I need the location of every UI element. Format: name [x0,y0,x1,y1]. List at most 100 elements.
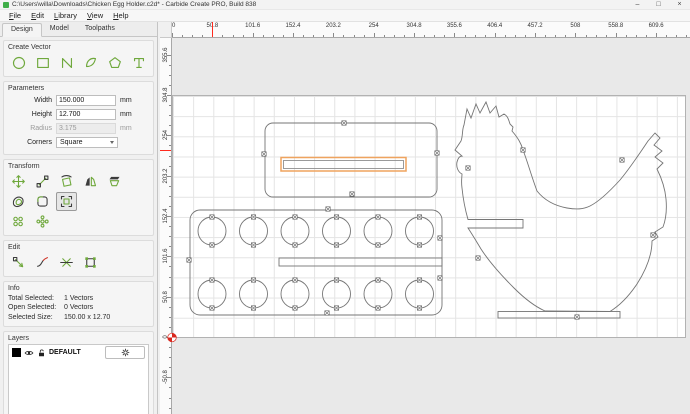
edit-group: Edit [3,240,154,277]
ruler-cursor-x [212,22,213,37]
ruler-corner [160,22,172,38]
menu-file[interactable]: File [4,11,26,20]
tool-node-edit[interactable] [8,253,29,272]
corners-value: Square [60,139,83,146]
menubar: File Edit Library View Help [0,10,690,22]
frame-icon [60,195,73,208]
tool-frame[interactable] [56,192,77,211]
transform-tool-row [8,192,149,211]
width-label: Width [34,97,52,104]
tool-polyline[interactable] [56,53,77,72]
menu-help[interactable]: Help [108,11,133,20]
parameters-label: Parameters [8,85,45,92]
app-window: C:\Users\willa\Downloads\Chicken Egg Hol… [0,0,690,414]
h-ruler-label: 254 [368,23,379,29]
edit-tools [8,253,149,272]
tool-skew[interactable] [104,172,125,191]
design-canvas[interactable]: 050.8101.6152.4203.2254304.8355.6406.445… [160,22,690,414]
menu-edit[interactable]: Edit [26,11,49,20]
radius-unit: mm [120,125,132,132]
radius-row: Radius mm [8,123,149,134]
layers-label: Layers [8,335,30,342]
panel-groups: Create Vector Parameters Width mm Height mm… [0,37,157,414]
tool-curve[interactable] [80,53,101,72]
vertical-ruler: 355.6 304.8 254 203.2 152.4 101.6 50.8 0 -50.8 [160,38,172,414]
tab-model[interactable]: Model [42,23,77,36]
tool-mirror[interactable] [80,172,101,191]
move-icon [12,175,25,188]
h-ruler-label: 203.2 [325,23,341,29]
corners-select[interactable]: Square [56,137,118,148]
tool-circle[interactable] [8,53,29,72]
layer-settings-button[interactable] [105,346,145,359]
info-row: Total Selected: 1 Vectors [8,294,94,302]
layer-color-swatch[interactable] [12,348,21,357]
tab-design[interactable]: Design [2,23,42,37]
h-ruler-label: 101.6 [245,23,261,29]
radius-input [56,123,116,134]
minimize-button[interactable]: – [627,0,648,9]
stock-area [172,95,686,338]
height-input[interactable] [56,109,116,120]
tab-bar: Design Model Toolpaths [0,22,157,37]
transform-label: Transform [8,163,40,170]
close-button[interactable]: × [669,0,690,9]
circle-icon [12,56,25,69]
info-label: Info [8,285,20,292]
h-ruler-label: 355.6 [446,23,462,29]
tool-boolean[interactable] [80,253,101,272]
fillet-icon [37,196,48,207]
width-unit: mm [120,97,132,104]
mirror-icon [85,176,97,187]
left-panel: Design Model Toolpaths Create Vector Param… [0,22,158,414]
tool-move[interactable] [8,172,29,191]
layers-group: Layers DEFAULT [3,331,154,414]
app-icon [3,1,9,8]
edit-label: Edit [8,244,21,251]
parameters-group: Parameters Width mm Height mm Radius mm Corner… [3,81,154,155]
tool-fillet[interactable] [32,192,53,211]
tool-rectangle[interactable] [32,53,53,72]
tool-fair-curve[interactable] [32,253,53,272]
menu-view[interactable]: View [82,11,108,20]
layer-name: DEFAULT [49,349,81,356]
curve-icon [85,57,96,67]
maximize-button[interactable]: □ [648,0,669,9]
window-title: C:\Users\willa\Downloads\Chicken Egg Hol… [12,1,257,8]
tool-circular-array[interactable] [32,212,53,231]
node-edit-icon [12,256,24,268]
layers-list: DEFAULT [8,344,149,414]
tab-toolpaths[interactable]: Toolpaths [77,23,123,36]
scale-icon [36,175,49,188]
menu-library[interactable]: Library [49,11,82,20]
circular-array-icon [36,215,49,228]
tool-rotate[interactable] [56,172,77,191]
rotate-icon [61,175,72,187]
h-ruler-label: 304.8 [406,23,422,29]
width-input[interactable] [56,95,116,106]
tool-trim[interactable] [56,253,77,272]
eye-icon[interactable] [24,348,34,358]
tool-polygon[interactable] [104,53,125,72]
h-ruler-label: 152.4 [285,23,301,29]
info-row: Selected Size: 150.00 x 12.70 [8,313,111,321]
height-label: Height [31,111,52,118]
info-rows: Total Selected: 1 Vectors Open Selected: 0 … [8,295,149,321]
tool-linear-array[interactable] [8,212,29,231]
transform-tools [8,172,149,231]
rectangle-icon [36,57,49,68]
tool-offset[interactable] [8,192,29,211]
parameters-fields: Width mm Height mm Radius mm Corners Square [8,95,149,148]
radius-label: Radius [30,125,52,132]
unlock-icon[interactable] [37,348,46,358]
polygon-icon [108,56,121,68]
linear-array-icon [13,216,23,227]
corners-row: Corners Square [8,137,149,148]
tool-scale[interactable] [32,172,53,191]
polyline-icon [61,57,72,68]
window-controls: – □ × [627,0,690,9]
gear-icon [121,348,129,357]
transform-tool-row [8,212,149,231]
tool-text[interactable] [128,53,149,72]
layer-row[interactable]: DEFAULT [10,346,147,359]
